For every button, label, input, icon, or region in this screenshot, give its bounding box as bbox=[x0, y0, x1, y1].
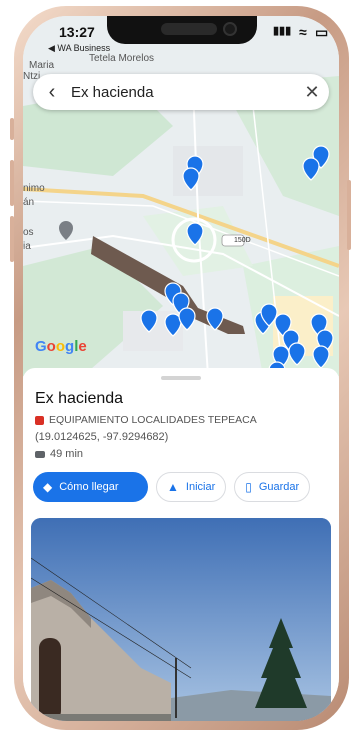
google-logo: Google bbox=[35, 338, 87, 355]
map-place-label: nimo bbox=[23, 183, 45, 194]
map-pin-icon[interactable] bbox=[178, 307, 196, 331]
map-pin-icon[interactable] bbox=[302, 157, 320, 181]
drive-time: 49 min bbox=[35, 448, 83, 460]
map-pin-icon[interactable] bbox=[182, 167, 200, 191]
map-place-label: Maria bbox=[29, 60, 55, 71]
directions-icon: ◆ bbox=[43, 480, 53, 494]
navigation-arrow-icon: ▲ bbox=[167, 480, 179, 494]
street-photo-image bbox=[31, 518, 331, 721]
map-place-label: os bbox=[23, 227, 34, 238]
place-photo[interactable] bbox=[31, 518, 331, 721]
bookmark-icon: ▯ bbox=[245, 480, 252, 494]
map-pin-icon[interactable] bbox=[288, 342, 306, 366]
start-button[interactable]: ▲ Iniciar bbox=[156, 472, 227, 502]
status-back-to-app[interactable]: ◀ WA Business bbox=[48, 43, 110, 54]
map-pin-icon[interactable] bbox=[312, 345, 330, 369]
drive-time-text: 49 min bbox=[50, 448, 84, 460]
drag-handle[interactable] bbox=[161, 376, 201, 380]
battery-icon: ▭ bbox=[315, 24, 329, 40]
map-pin-icon[interactable] bbox=[206, 307, 224, 331]
status-time: 13:27 bbox=[59, 24, 95, 40]
action-buttons: ◆ Cómo llegar ▲ Iniciar ▯ Guardar bbox=[33, 472, 311, 502]
place-title: Ex hacienda bbox=[35, 390, 124, 407]
save-button[interactable]: ▯ Guardar bbox=[234, 472, 311, 502]
chevron-left-icon[interactable]: ‹ bbox=[33, 81, 71, 104]
search-bar[interactable]: ‹ Ex hacienda ✕ bbox=[33, 74, 329, 110]
save-label: Guardar bbox=[258, 481, 300, 493]
map-place-label: Tetela Morelos bbox=[89, 53, 155, 64]
place-category-text: EQUIPAMIENTO LOCALIDADES TEPEACA bbox=[49, 414, 257, 426]
place-category: EQUIPAMIENTO LOCALIDADES TEPEACA bbox=[35, 414, 257, 426]
mute-switch bbox=[10, 118, 14, 140]
start-label: Iniciar bbox=[185, 481, 216, 493]
signal-icon: ▮▮▮ bbox=[273, 25, 292, 37]
map-place-label: ia bbox=[23, 241, 31, 252]
phone-screen: 150D Tetela Morelos Maria nimo án os ia … bbox=[23, 16, 339, 721]
dynamic-island bbox=[107, 16, 257, 44]
volume-up-button bbox=[10, 160, 14, 206]
place-sheet[interactable]: Ex hacienda EQUIPAMIENTO LOCALIDADES TEP… bbox=[23, 368, 339, 721]
map-place-label: án bbox=[23, 197, 35, 208]
map-pin-icon[interactable] bbox=[186, 222, 204, 246]
directions-label: Cómo llegar bbox=[59, 481, 119, 493]
map-view[interactable]: 150D Tetela Morelos Maria nimo án os ia … bbox=[23, 16, 339, 376]
car-icon bbox=[35, 450, 45, 458]
map-pins-layer bbox=[140, 145, 334, 376]
map-pin-icon[interactable] bbox=[140, 309, 158, 333]
place-coordinates: (19.0124625, -97.9294682) bbox=[35, 431, 169, 443]
directions-button[interactable]: ◆ Cómo llegar bbox=[33, 472, 148, 502]
power-button bbox=[347, 180, 351, 250]
search-query[interactable]: Ex hacienda bbox=[71, 84, 295, 101]
wifi-icon: ≈ bbox=[299, 24, 307, 40]
volume-down-button bbox=[10, 216, 14, 262]
close-icon[interactable]: ✕ bbox=[295, 82, 329, 103]
category-pin-icon bbox=[35, 415, 44, 425]
